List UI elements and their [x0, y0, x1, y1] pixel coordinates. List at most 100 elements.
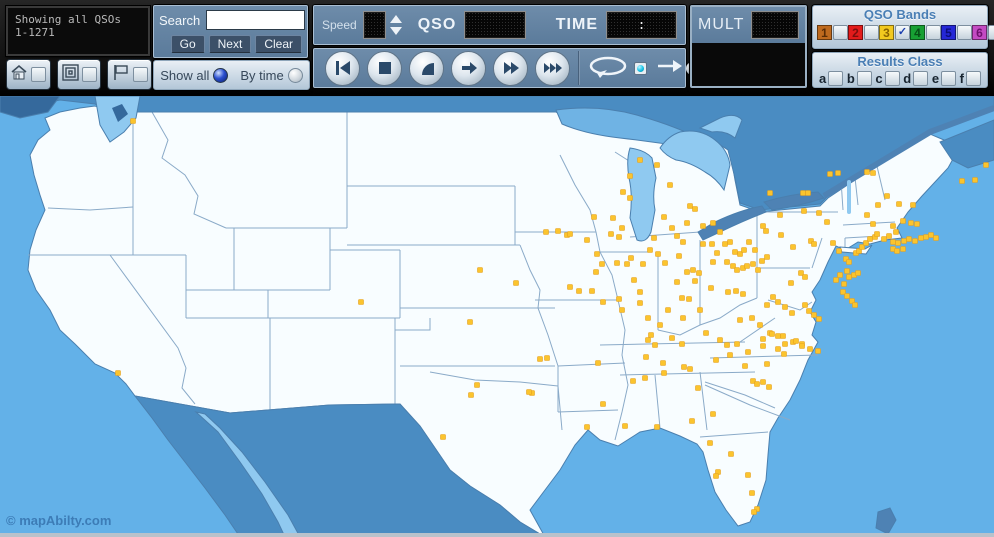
qso-dot[interactable]: [734, 341, 740, 347]
qso-dot[interactable]: [662, 260, 668, 266]
qso-dot[interactable]: [846, 259, 852, 265]
qso-dot[interactable]: [474, 382, 480, 388]
qso-dot[interactable]: [886, 233, 892, 239]
speed-up-arrow[interactable]: [389, 15, 402, 23]
qso-dot[interactable]: [600, 299, 606, 305]
qso-dot[interactable]: [358, 299, 364, 305]
qso-dot[interactable]: [799, 343, 805, 349]
qso-dot[interactable]: [652, 342, 658, 348]
qso-dot[interactable]: [645, 315, 651, 321]
qso-dot[interactable]: [589, 288, 595, 294]
qso-dot[interactable]: [778, 232, 784, 238]
qso-dot[interactable]: [807, 346, 813, 352]
qso-dot[interactable]: [764, 302, 770, 308]
qso-dot[interactable]: [775, 299, 781, 305]
qso-dot[interactable]: [760, 343, 766, 349]
qso-dot[interactable]: [836, 248, 842, 254]
qso-dot[interactable]: [576, 288, 582, 294]
next-button[interactable]: Next: [208, 35, 252, 53]
qso-dot[interactable]: [667, 182, 673, 188]
qso-dot[interactable]: [770, 294, 776, 300]
qso-dot[interactable]: [733, 288, 739, 294]
qso-dot[interactable]: [901, 238, 907, 244]
qso-dot[interactable]: [724, 259, 730, 265]
qso-dot[interactable]: [624, 261, 630, 267]
qso-dot[interactable]: [830, 240, 836, 246]
qso-dot[interactable]: [679, 295, 685, 301]
flag-checkbox[interactable]: [132, 67, 148, 82]
flag-toggle-button[interactable]: [107, 59, 153, 90]
class-b-checkbox[interactable]: [856, 71, 872, 86]
qso-dot[interactable]: [793, 338, 799, 344]
loop-icon[interactable]: [587, 54, 629, 83]
qso-dot[interactable]: [655, 251, 661, 257]
qso-dot[interactable]: [614, 260, 620, 266]
qso-dot[interactable]: [700, 241, 706, 247]
qso-dot[interactable]: [537, 356, 543, 362]
qso-dot[interactable]: [622, 423, 628, 429]
band-1-checkbox[interactable]: [833, 25, 848, 40]
qso-dot[interactable]: [544, 355, 550, 361]
qso-dot[interactable]: [801, 208, 807, 214]
qso-dot[interactable]: [686, 296, 692, 302]
qso-dot[interactable]: [689, 418, 695, 424]
qso-dot[interactable]: [972, 177, 978, 183]
qso-dot[interactable]: [833, 277, 839, 283]
qso-dot[interactable]: [912, 238, 918, 244]
qso-dot[interactable]: [780, 333, 786, 339]
qso-dot[interactable]: [816, 210, 822, 216]
go-button[interactable]: Go: [170, 35, 205, 53]
qso-dot[interactable]: [811, 312, 817, 318]
clear-button[interactable]: Clear: [255, 35, 302, 53]
qso-dot[interactable]: [918, 235, 924, 241]
qso-dot[interactable]: [844, 268, 850, 274]
qso-dot[interactable]: [713, 357, 719, 363]
qso-dot[interactable]: [837, 272, 843, 278]
qso-dot[interactable]: [477, 267, 483, 273]
qso-dot[interactable]: [782, 341, 788, 347]
qso-dot[interactable]: [752, 247, 758, 253]
qso-dot[interactable]: [757, 322, 763, 328]
qso-dot[interactable]: [660, 360, 666, 366]
qso-dot[interactable]: [740, 291, 746, 297]
qso-dot[interactable]: [594, 251, 600, 257]
qso-dot[interactable]: [608, 231, 614, 237]
qso-dot[interactable]: [595, 360, 601, 366]
qso-dot[interactable]: [789, 310, 795, 316]
class-d-checkbox[interactable]: [913, 71, 929, 86]
qso-dot[interactable]: [750, 261, 756, 267]
qso-dot[interactable]: [815, 348, 821, 354]
speed-down-arrow[interactable]: [389, 27, 402, 35]
qso-dot[interactable]: [645, 337, 651, 343]
qso-dot[interactable]: [676, 253, 682, 259]
qso-dot[interactable]: [642, 375, 648, 381]
qso-dot[interactable]: [728, 451, 734, 457]
qso-dot[interactable]: [900, 218, 906, 224]
qso-dot[interactable]: [680, 239, 686, 245]
qso-dot[interactable]: [627, 173, 633, 179]
qso-dot[interactable]: [674, 279, 680, 285]
qso-dot[interactable]: [543, 229, 549, 235]
band-3-checkbox[interactable]: ✓: [895, 25, 910, 40]
qso-dot[interactable]: [749, 490, 755, 496]
qso-dot[interactable]: [717, 229, 723, 235]
qso-dot[interactable]: [763, 228, 769, 234]
qso-dot[interactable]: [637, 289, 643, 295]
qso-dot[interactable]: [760, 379, 766, 385]
qso-dot[interactable]: [665, 307, 671, 313]
qso-dot[interactable]: [710, 259, 716, 265]
qso-dot[interactable]: [881, 236, 887, 242]
qso-dot[interactable]: [684, 220, 690, 226]
band-6-checkbox[interactable]: [988, 25, 994, 40]
qso-dot[interactable]: [468, 392, 474, 398]
qso-dot[interactable]: [914, 221, 920, 227]
qso-dot[interactable]: [746, 239, 752, 245]
qso-dot[interactable]: [893, 229, 899, 235]
qso-dot[interactable]: [467, 319, 473, 325]
qso-dot[interactable]: [727, 352, 733, 358]
qso-dot[interactable]: [717, 337, 723, 343]
qso-dot[interactable]: [616, 234, 622, 240]
qso-dot[interactable]: [749, 315, 755, 321]
qso-dot[interactable]: [754, 381, 760, 387]
qso-dot[interactable]: [884, 193, 890, 199]
